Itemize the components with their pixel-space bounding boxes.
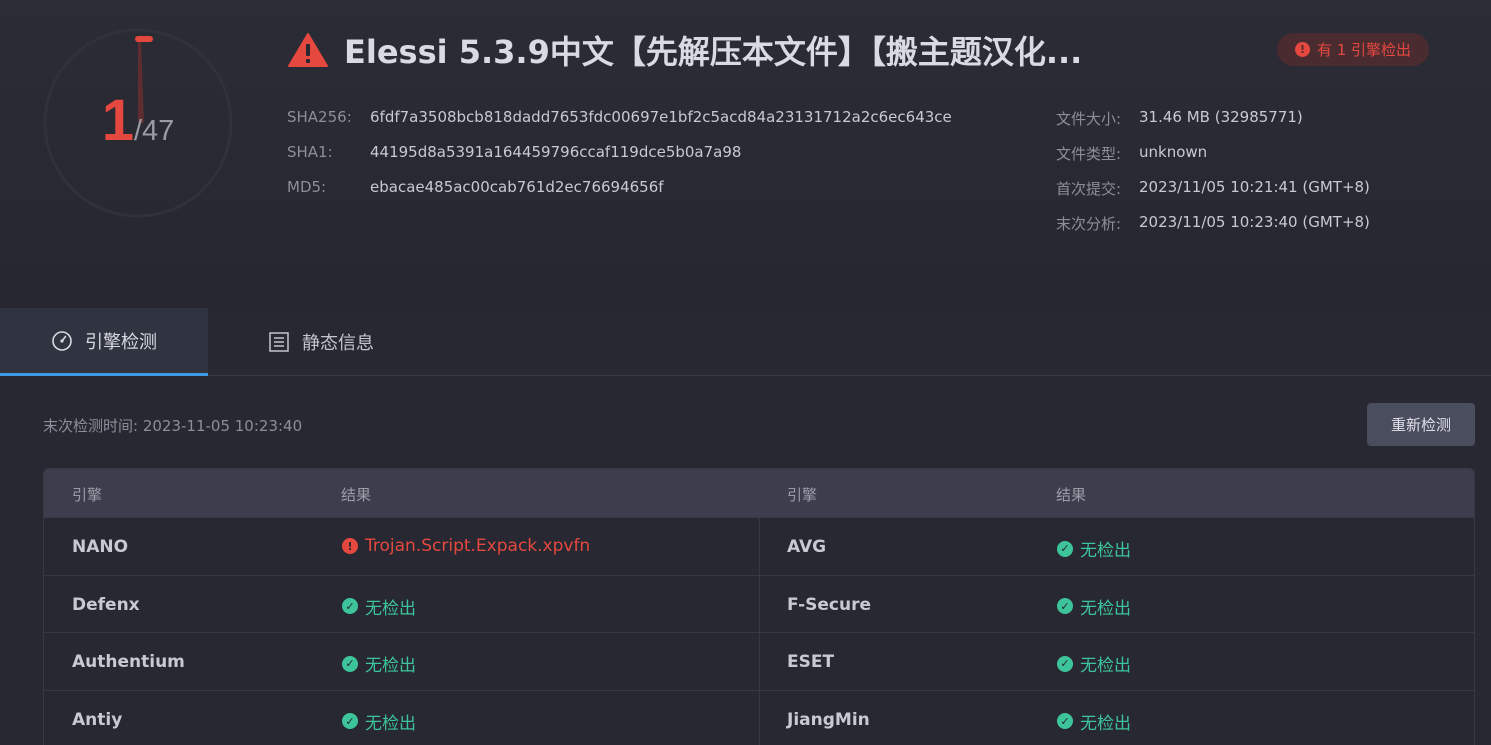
meta-label: 首次提交: [1056,180,1122,198]
report-tabs: 引擎检测 静态信息 [0,308,1491,376]
meta-value: unknown [1139,143,1208,161]
warning-icon [288,33,328,67]
check-icon: ✓ [342,713,358,729]
alert-badge-text: 有 1 引擎检出 [1316,41,1412,59]
hash-row-md5: MD5: ebacae485ac00cab761d2ec76694656f [287,178,664,196]
tab-label: 引擎检测 [85,331,157,353]
gauge-marker [135,36,153,42]
header-engine: 引擎 [72,486,103,504]
check-icon: ✓ [1057,655,1073,672]
engine-name: F-Secure [787,594,872,615]
meta-row-first-submit: 首次提交: 2023/11/05 10:21:41 (GMT+8) [1056,178,1370,199]
hash-value: 44195d8a5391a164459796ccaf119dce5b0a7a98 [370,143,742,161]
exclamation-icon: ! [342,538,358,554]
hash-label: SHA256: [287,108,352,126]
detected-count: 1 [101,88,134,153]
result-cell: ! Trojan.Script.Expack.xpvfn [342,536,590,556]
result-cell: ✓ 无检出 [342,709,416,734]
result-text: Trojan.Script.Expack.xpvfn [365,536,591,556]
engine-name: Authentium [72,652,185,672]
file-title-row: Elessi 5.3.9中文【先解压本文件】【搬主题汉化... [288,30,1083,71]
header-engine: 引擎 [787,486,818,504]
check-icon: ✓ [342,598,358,614]
tab-label: 静态信息 [302,333,374,354]
meta-row-file-type: 文件类型: unknown [1056,143,1207,164]
meta-value: 31.46 MB (32985771) [1139,108,1303,126]
result-cell: ✓ 无检出 [1057,594,1131,619]
result-cell: ✓ 无检出 [342,594,416,619]
check-icon: ✓ [342,655,358,672]
table-row: Antiy ✓ 无检出 JiangMin ✓ 无检出 [44,689,1474,745]
detection-alert-badge: ! 有 1 引擎检出 [1277,33,1429,66]
check-icon: ✓ [1057,598,1073,614]
table-header: 引擎 结果 引擎 结果 [44,469,1474,517]
table-row: Defenx ✓ 无检出 F-Secure ✓ 无检出 [44,574,1474,632]
result-cell: ✓ 无检出 [1057,651,1131,676]
file-report-header: 1/47 Elessi 5.3.9中文【先解压本文件】【搬主题汉化... ! 有… [0,0,1491,308]
result-cell: ✓ 无检出 [1057,709,1131,734]
meta-label: 文件大小: [1056,110,1122,128]
hash-row-sha256: SHA256: 6fdf7a3508bcb818dadd7653fdc00697… [287,108,952,126]
hash-value: ebacae485ac00cab761d2ec76694656f [370,178,664,196]
engine-name: NANO [72,537,129,557]
meta-value: 2023/11/05 10:21:41 (GMT+8) [1139,178,1370,196]
table-row: Authentium ✓ 无检出 ESET ✓ 无检出 [44,632,1474,690]
result-cell: ✓ 无检出 [342,651,416,676]
engine-name: ESET [787,652,835,672]
gauge-icon [52,330,72,351]
meta-value: 2023/11/05 10:23:40 (GMT+8) [1139,213,1370,231]
engine-name: Antiy [72,709,123,730]
meta-label: 末次分析: [1056,215,1122,233]
meta-label: 文件类型: [1056,145,1122,163]
exclamation-icon: ! [1294,42,1310,57]
header-result: 结果 [341,486,372,504]
file-title: Elessi 5.3.9中文【先解压本文件】【搬主题汉化... [344,33,1083,71]
hash-row-sha1: SHA1: 44195d8a5391a164459796ccaf119dce5b… [287,143,741,161]
header-result: 结果 [1056,486,1087,504]
rescan-button[interactable]: 重新检测 [1367,403,1475,446]
result-text: 无检出 [1080,656,1131,676]
result-text: 无检出 [1080,713,1131,734]
total-engines: /47 [133,115,175,147]
meta-row-file-size: 文件大小: 31.46 MB (32985771) [1056,108,1303,129]
result-text: 无检出 [1080,598,1131,619]
tab-static-info[interactable]: 静态信息 [246,308,396,376]
result-text: 无检出 [365,713,416,734]
engine-name: JiangMin [787,709,870,730]
engine-name: Defenx [72,594,140,615]
detection-count: 1/47 [40,87,236,154]
tab-engine-detection[interactable]: 引擎检测 [0,308,208,376]
hash-label: SHA1: [287,143,333,161]
last-scan-time: 末次检测时间: 2023-11-05 10:23:40 [43,417,303,435]
result-text: 无检出 [1080,541,1131,561]
engine-results-table: 引擎 结果 引擎 结果 NANO ! Trojan.Script.Expack.… [43,468,1475,745]
list-icon [269,332,289,352]
result-text: 无检出 [365,598,416,619]
result-text: 无检出 [365,656,416,676]
engine-name: AVG [787,537,827,557]
table-row: NANO ! Trojan.Script.Expack.xpvfn AVG ✓ … [44,517,1474,575]
meta-row-last-analysis: 末次分析: 2023/11/05 10:23:40 (GMT+8) [1056,213,1370,234]
hash-label: MD5: [287,178,327,196]
check-icon: ✓ [1057,713,1073,729]
hash-value: 6fdf7a3508bcb818dadd7653fdc00697e1bf2c5a… [370,108,952,126]
detection-gauge: 1/47 [40,25,236,221]
result-cell: ✓ 无检出 [1057,536,1131,561]
check-icon: ✓ [1057,540,1073,557]
